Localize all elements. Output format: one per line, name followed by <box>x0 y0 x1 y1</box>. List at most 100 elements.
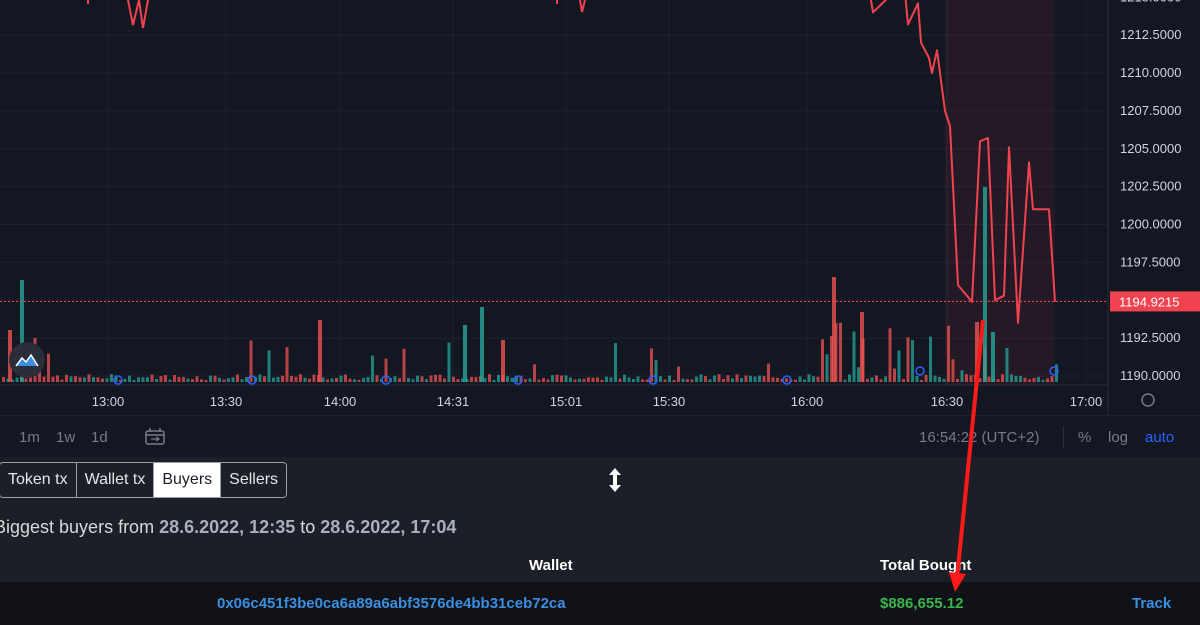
time-tick-label: 13:30 <box>210 394 243 409</box>
volume-bar <box>663 379 667 382</box>
volume-bar <box>353 379 356 382</box>
volume-bar <box>614 343 617 382</box>
volume-bar <box>668 375 671 382</box>
volume-bar <box>860 312 864 382</box>
volume-bar <box>731 378 734 382</box>
chart-canvas[interactable]: 13:00 13:30 14:00 14:31 15:01 15:30 16:00 16:30… <box>0 0 1200 415</box>
volume-bar <box>344 374 347 382</box>
time-tick-label: 15:30 <box>653 394 686 409</box>
volume-bar <box>848 374 851 382</box>
volume-bar <box>816 376 820 382</box>
volume-bar <box>866 378 869 382</box>
volume-bar <box>213 375 217 382</box>
volume-bar <box>762 375 766 382</box>
volume-bar <box>438 374 442 382</box>
volume-bar <box>137 377 140 382</box>
volume-bar <box>132 379 136 382</box>
volume-bar <box>263 376 266 382</box>
volume-bar <box>480 307 484 382</box>
volume-bar <box>182 377 185 382</box>
volume-bar <box>722 378 725 382</box>
chart-logo-badge[interactable] <box>9 342 45 378</box>
column-header-wallet[interactable]: Wallet <box>529 557 573 574</box>
volume-bar <box>785 378 788 382</box>
volume-bar <box>218 377 221 382</box>
volume-bar <box>807 374 811 382</box>
price-chart[interactable]: 13:00 13:30 14:00 14:31 15:01 15:30 16:00 16:30… <box>0 0 1200 415</box>
percent-toggle[interactable]: % <box>1078 429 1091 446</box>
tab-token-tx[interactable]: Token tx <box>0 463 77 497</box>
volume-bar <box>812 376 815 382</box>
volume-bar <box>128 375 131 382</box>
volume-bar <box>227 378 230 382</box>
volume-bar <box>330 378 334 382</box>
volume-bar <box>915 375 919 382</box>
volume-bar <box>318 320 322 382</box>
volume-bar <box>555 374 559 382</box>
volume-bar <box>200 379 203 382</box>
column-header-total-bought[interactable]: Total Bought <box>880 557 971 574</box>
volume-bar <box>366 377 370 382</box>
volume-bar <box>740 378 743 382</box>
volume-bar <box>798 376 802 382</box>
volume-bar <box>753 376 757 382</box>
volume-bar <box>879 379 883 382</box>
volume-bar <box>209 375 212 382</box>
volume-bar <box>497 374 500 382</box>
volume-bar <box>299 374 302 382</box>
volume-bar <box>987 376 991 382</box>
volume-bar <box>1032 377 1036 382</box>
date-range-icon[interactable] <box>144 427 166 451</box>
volume-bar <box>902 378 905 382</box>
interval-1m[interactable]: 1m <box>19 429 40 446</box>
volume-bar <box>281 375 284 382</box>
tab-wallet-tx[interactable]: Wallet tx <box>76 463 155 497</box>
volume-bar <box>78 377 82 382</box>
volume-bar <box>272 377 275 382</box>
volume-bar <box>672 379 676 382</box>
volume-bar <box>1019 375 1022 382</box>
volume-bar <box>1014 375 1018 382</box>
volume-bar <box>1041 379 1045 382</box>
volume-bar <box>65 374 68 382</box>
volume-bar <box>456 379 460 382</box>
volume-bar <box>636 376 640 382</box>
volume-bar <box>285 347 289 382</box>
volume-bar <box>947 325 950 382</box>
volume-bar <box>546 379 550 382</box>
volume-bar <box>195 376 199 382</box>
volume-bar <box>708 379 712 382</box>
log-toggle[interactable]: log <box>1108 429 1128 446</box>
volume-bar <box>303 377 307 382</box>
volume-bar <box>870 377 874 382</box>
volume-bar <box>204 379 208 382</box>
auto-toggle[interactable]: auto <box>1145 429 1174 446</box>
wallet-address-link[interactable]: 0x06c451f3be0ca6a89a6abf3576de4bb31ceb72… <box>217 595 566 612</box>
volume-bar <box>767 363 770 382</box>
resize-handle[interactable] <box>604 466 626 494</box>
volume-bar <box>101 378 104 382</box>
volume-bar <box>632 378 635 382</box>
tab-sellers[interactable]: Sellers <box>221 463 287 497</box>
interval-1d[interactable]: 1d <box>91 429 108 446</box>
volume-bar <box>825 354 829 382</box>
volume-bar <box>735 374 739 382</box>
track-button[interactable]: Track <box>1132 595 1171 612</box>
volume-bar <box>686 379 689 382</box>
interval-1w[interactable]: 1w <box>56 429 75 446</box>
volume-bar <box>623 374 626 382</box>
volume-bar <box>884 376 887 382</box>
volume-bar <box>492 379 496 382</box>
volume-bar <box>542 378 545 382</box>
volume-bar <box>839 322 842 382</box>
volume-bar <box>375 375 379 382</box>
time-tick-label: 15:01 <box>550 394 583 409</box>
volume-bar <box>803 379 806 382</box>
volume-bar <box>1023 377 1027 382</box>
volume-bar <box>191 379 194 382</box>
volume-bar <box>749 375 752 382</box>
tab-buyers[interactable]: Buyers <box>154 463 222 497</box>
volume-bar <box>929 336 932 382</box>
volume-bar <box>47 353 50 382</box>
chart-clock: 16:54:22 (UTC+2) <box>919 429 1040 446</box>
